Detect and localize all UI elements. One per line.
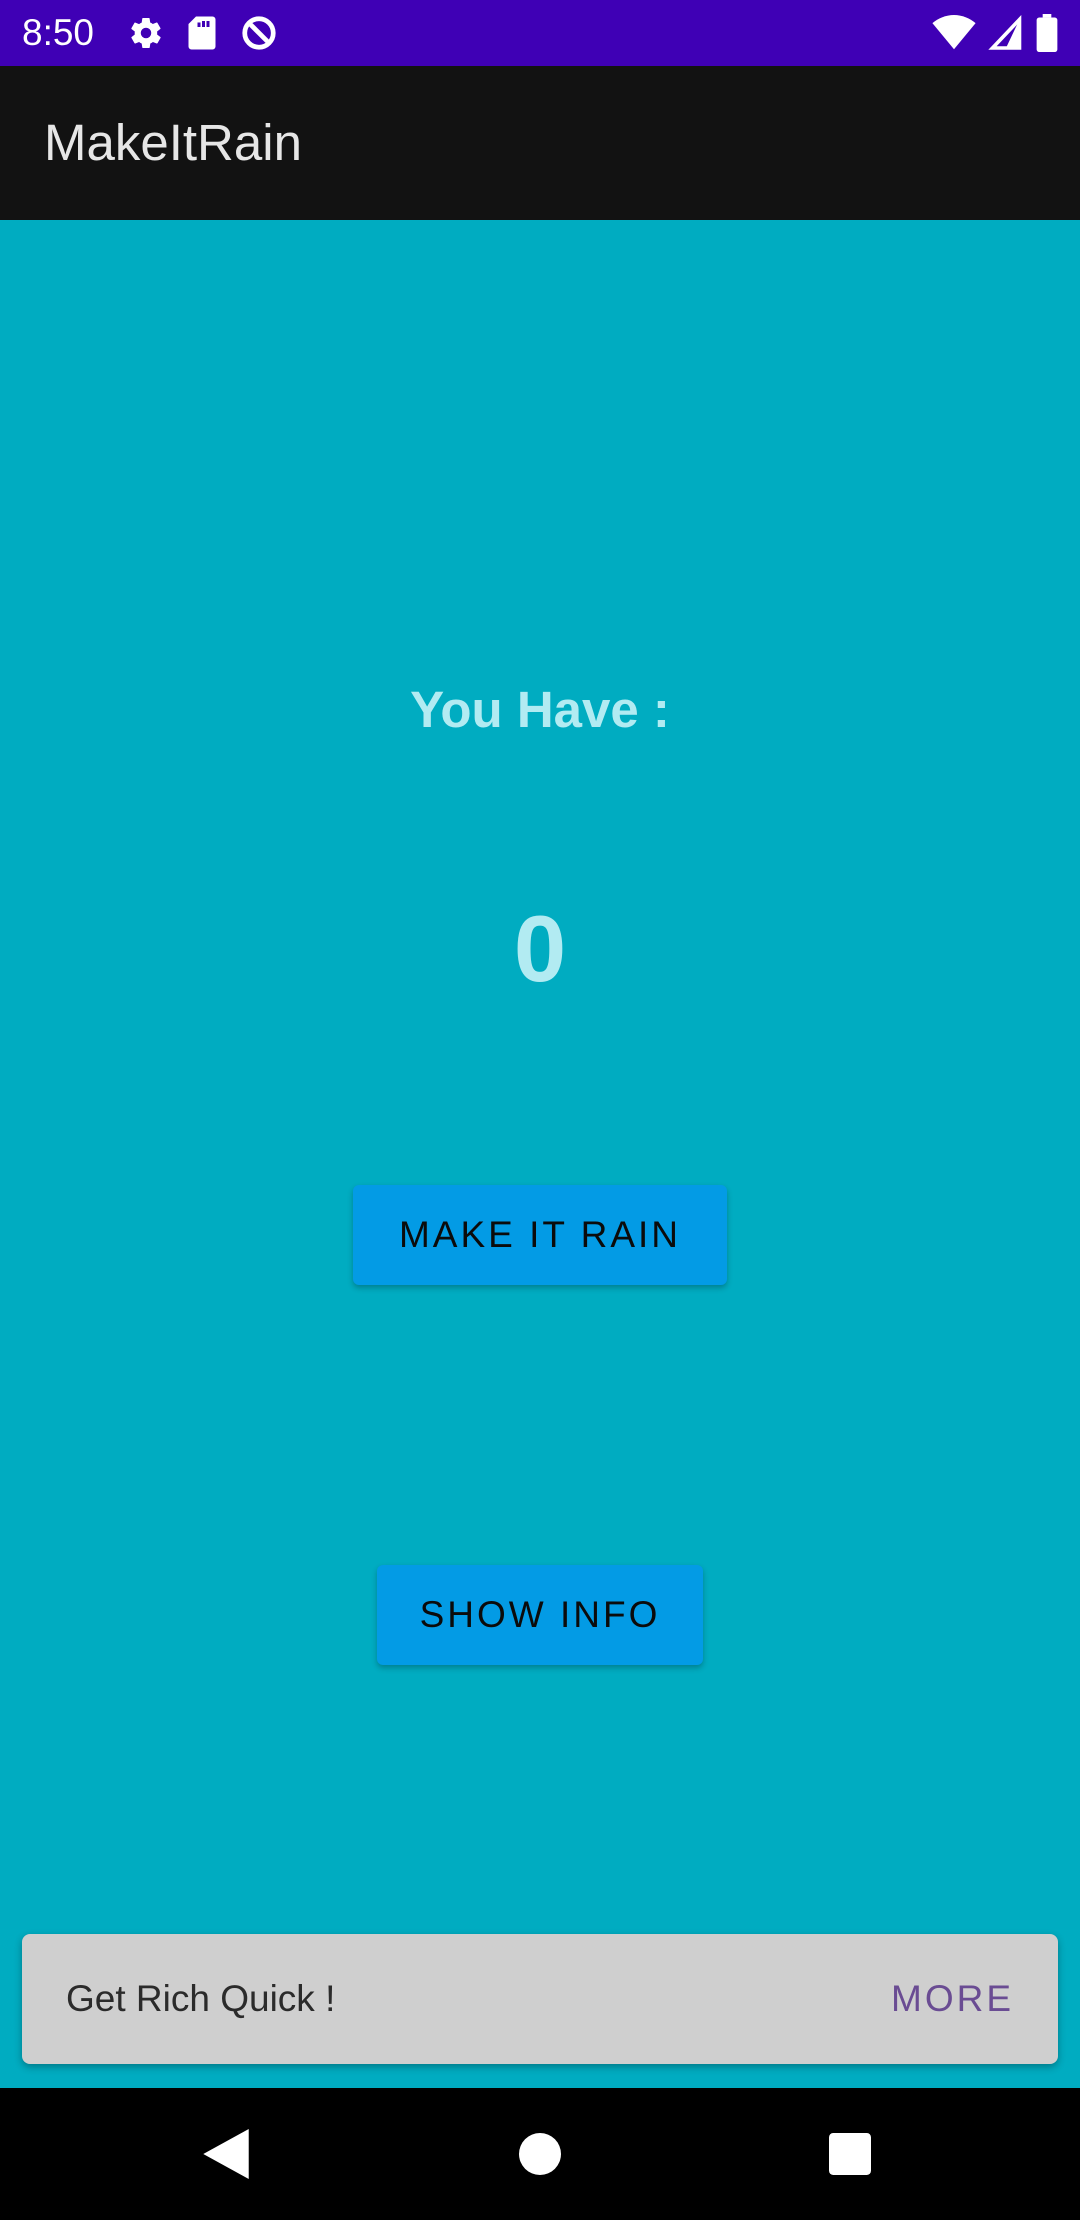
money-amount: 0	[513, 896, 567, 1001]
settings-icon	[128, 15, 164, 51]
status-icons-right	[932, 14, 1058, 52]
make-it-rain-button[interactable]: MAKE IT RAIN	[353, 1185, 727, 1285]
wifi-icon	[932, 15, 976, 51]
data-saver-icon	[240, 14, 278, 52]
status-bar: 8:50	[0, 0, 1080, 66]
sd-card-icon	[186, 15, 218, 51]
navigation-bar	[0, 2088, 1080, 2220]
app-bar: MakeItRain	[0, 66, 1080, 220]
app-title: MakeItRain	[44, 114, 302, 171]
status-time: 8:50	[22, 12, 95, 53]
battery-icon	[1036, 14, 1058, 52]
back-icon[interactable]	[196, 2124, 256, 2184]
snackbar: Get Rich Quick ! MORE	[22, 1934, 1058, 2064]
snackbar-more-button[interactable]: MORE	[891, 1974, 1014, 2024]
screen: 8:50 MakeItRain You Have: 0 MAKE IT RAI…	[0, 0, 1080, 2220]
snackbar-message: Get Rich Quick !	[66, 1978, 336, 2019]
show-info-button[interactable]: SHOW INFO	[377, 1565, 703, 1665]
recents-icon[interactable]	[820, 2124, 880, 2184]
you-have-label: You Have :	[410, 681, 670, 738]
home-icon[interactable]	[510, 2124, 570, 2184]
cell-signal-icon	[988, 15, 1024, 51]
status-icons-left	[128, 15, 278, 51]
